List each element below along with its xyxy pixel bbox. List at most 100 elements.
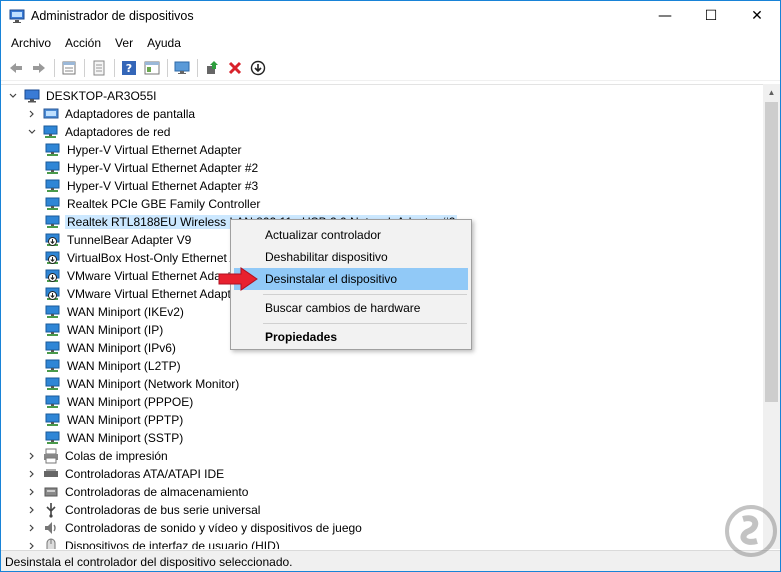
chevron-right-icon[interactable] [26,450,38,462]
menu-bar: Archivo Acción Ver Ayuda [1,32,780,54]
help-icon: ? [122,60,136,75]
sound-icon [43,520,59,536]
tree-device[interactable]: WAN Miniport (Network Monitor) [45,375,241,393]
network-icon [45,304,61,320]
storage-icon [43,484,59,500]
tree-item-label: Colas de impresión [65,449,168,463]
tree-item-label: WAN Miniport (IP) [67,323,164,337]
tree-item-label: Realtek PCIe GBE Family Controller [67,197,261,211]
properties-icon [62,61,76,74]
tree-item-label: WAN Miniport (SSTP) [67,431,184,445]
toolbar-separator [114,58,115,77]
tree-device[interactable]: Hyper-V Virtual Ethernet Adapter [45,141,244,159]
tree-device[interactable]: WAN Miniport (L2TP) [45,357,183,375]
tree-device[interactable]: WAN Miniport (PPTP) [45,411,185,429]
network-icon [43,124,59,140]
context-menu: Actualizar controlador Deshabilitar disp… [230,219,472,350]
ctx-uninstall-device[interactable]: Desinstalar el dispositivo [234,268,468,290]
network-icon [45,376,61,392]
vertical-scrollbar[interactable]: ▲ [763,84,780,549]
tree-device[interactable]: WAN Miniport (IP) [45,321,165,339]
enable-device-button[interactable] [247,57,269,79]
scroll-up-icon[interactable]: ▲ [763,84,780,101]
tree-device[interactable]: TunnelBear Adapter V9 [45,231,193,249]
toolbar-separator [197,58,198,77]
network-icon [45,394,61,410]
scrollbar-thumb[interactable] [765,102,778,402]
download-icon [250,60,266,75]
help-button[interactable]: ? [118,57,140,79]
chevron-right-icon[interactable] [26,522,38,534]
chevron-right-icon[interactable] [26,540,38,549]
tree-device[interactable]: WAN Miniport (PPPOE) [45,393,195,411]
chevron-right-icon[interactable] [26,504,38,516]
toolbar-separator [54,58,55,77]
device-list-button[interactable] [88,57,110,79]
network-icon [45,430,61,446]
chevron-down-icon[interactable] [26,126,38,138]
close-button[interactable]: ✕ [734,1,780,31]
uninstall-button[interactable] [224,57,246,79]
tree-device[interactable]: Realtek PCIe GBE Family Controller [45,195,262,213]
tree-device[interactable]: WAN Miniport (IKEv2) [45,303,186,321]
tree-device[interactable]: Hyper-V Virtual Ethernet Adapter #2 [45,159,260,177]
network-down-icon [45,268,61,284]
tree-category[interactable]: Colas de impresión [26,447,170,465]
tree-category[interactable]: Controladoras ATA/ATAPI IDE [26,465,226,483]
device-manager-app-icon [9,9,25,23]
minimize-button[interactable]: — [642,1,688,31]
network-down-icon [45,232,61,248]
tree-item-label: Controladoras de sonido y vídeo y dispos… [65,521,362,535]
network-icon [45,160,61,176]
maximize-button[interactable]: ☐ [688,1,734,31]
tree-category[interactable]: Controladoras de sonido y vídeo y dispos… [26,519,364,537]
ctx-update-driver[interactable]: Actualizar controlador [234,224,468,246]
chevron-right-icon[interactable] [26,486,38,498]
update-driver-button[interactable] [201,57,223,79]
view-icon [144,61,160,74]
network-icon [45,358,61,374]
forward-button[interactable] [28,57,50,79]
network-down-icon [45,250,61,266]
ctx-properties[interactable]: Propiedades [234,326,468,348]
watermark-logo-icon [725,505,777,557]
tree-item-label: WAN Miniport (IPv6) [67,341,176,355]
tree-category[interactable]: Controladoras de almacenamiento [26,483,250,501]
tree-item-label: Controladoras de bus serie universal [65,503,261,517]
tree-item-label: Controladoras ATA/ATAPI IDE [65,467,225,481]
tree-device[interactable]: Hyper-V Virtual Ethernet Adapter #3 [45,177,260,195]
hid-icon [43,538,59,549]
tree-category[interactable]: Adaptadores de pantalla [26,105,197,123]
tree-device[interactable]: WAN Miniport (IPv6) [45,339,178,357]
device-list-icon [93,60,105,75]
pointer-arrow-icon [218,267,258,291]
chevron-right-icon[interactable] [26,108,38,120]
tree-category[interactable]: Dispositivos de interfaz de usuario (HID… [26,537,282,549]
back-icon [10,62,22,73]
tree-item-label: TunnelBear Adapter V9 [67,233,192,247]
ctx-disable-device[interactable]: Deshabilitar dispositivo [234,246,468,268]
back-button[interactable] [5,57,27,79]
properties-button[interactable] [58,57,80,79]
computer-icon [24,88,40,104]
menu-accion[interactable]: Acción [58,34,108,52]
menu-ayuda[interactable]: Ayuda [140,34,188,52]
tree-device[interactable]: WAN Miniport (SSTP) [45,429,185,447]
ctx-scan-hardware[interactable]: Buscar cambios de hardware [234,297,468,319]
chevron-down-icon[interactable] [7,90,19,102]
chevron-right-icon[interactable] [26,468,38,480]
tree-category[interactable]: Controladoras de bus serie universal [26,501,262,519]
menu-ver[interactable]: Ver [108,34,140,52]
uninstall-icon [228,61,242,74]
menu-archivo[interactable]: Archivo [4,34,58,52]
ctx-separator [263,323,467,324]
scan-hardware-button[interactable] [171,57,193,79]
tree-category[interactable]: Adaptadores de red [26,123,172,141]
tree-root[interactable]: DESKTOP-AR3O55I [7,87,158,105]
view-button[interactable] [141,57,163,79]
network-icon [45,322,61,338]
status-bar: Desinstala el controlador del dispositiv… [1,550,780,571]
tree-root-label: DESKTOP-AR3O55I [46,89,157,103]
network-icon [45,340,61,356]
monitor-icon [174,61,190,74]
